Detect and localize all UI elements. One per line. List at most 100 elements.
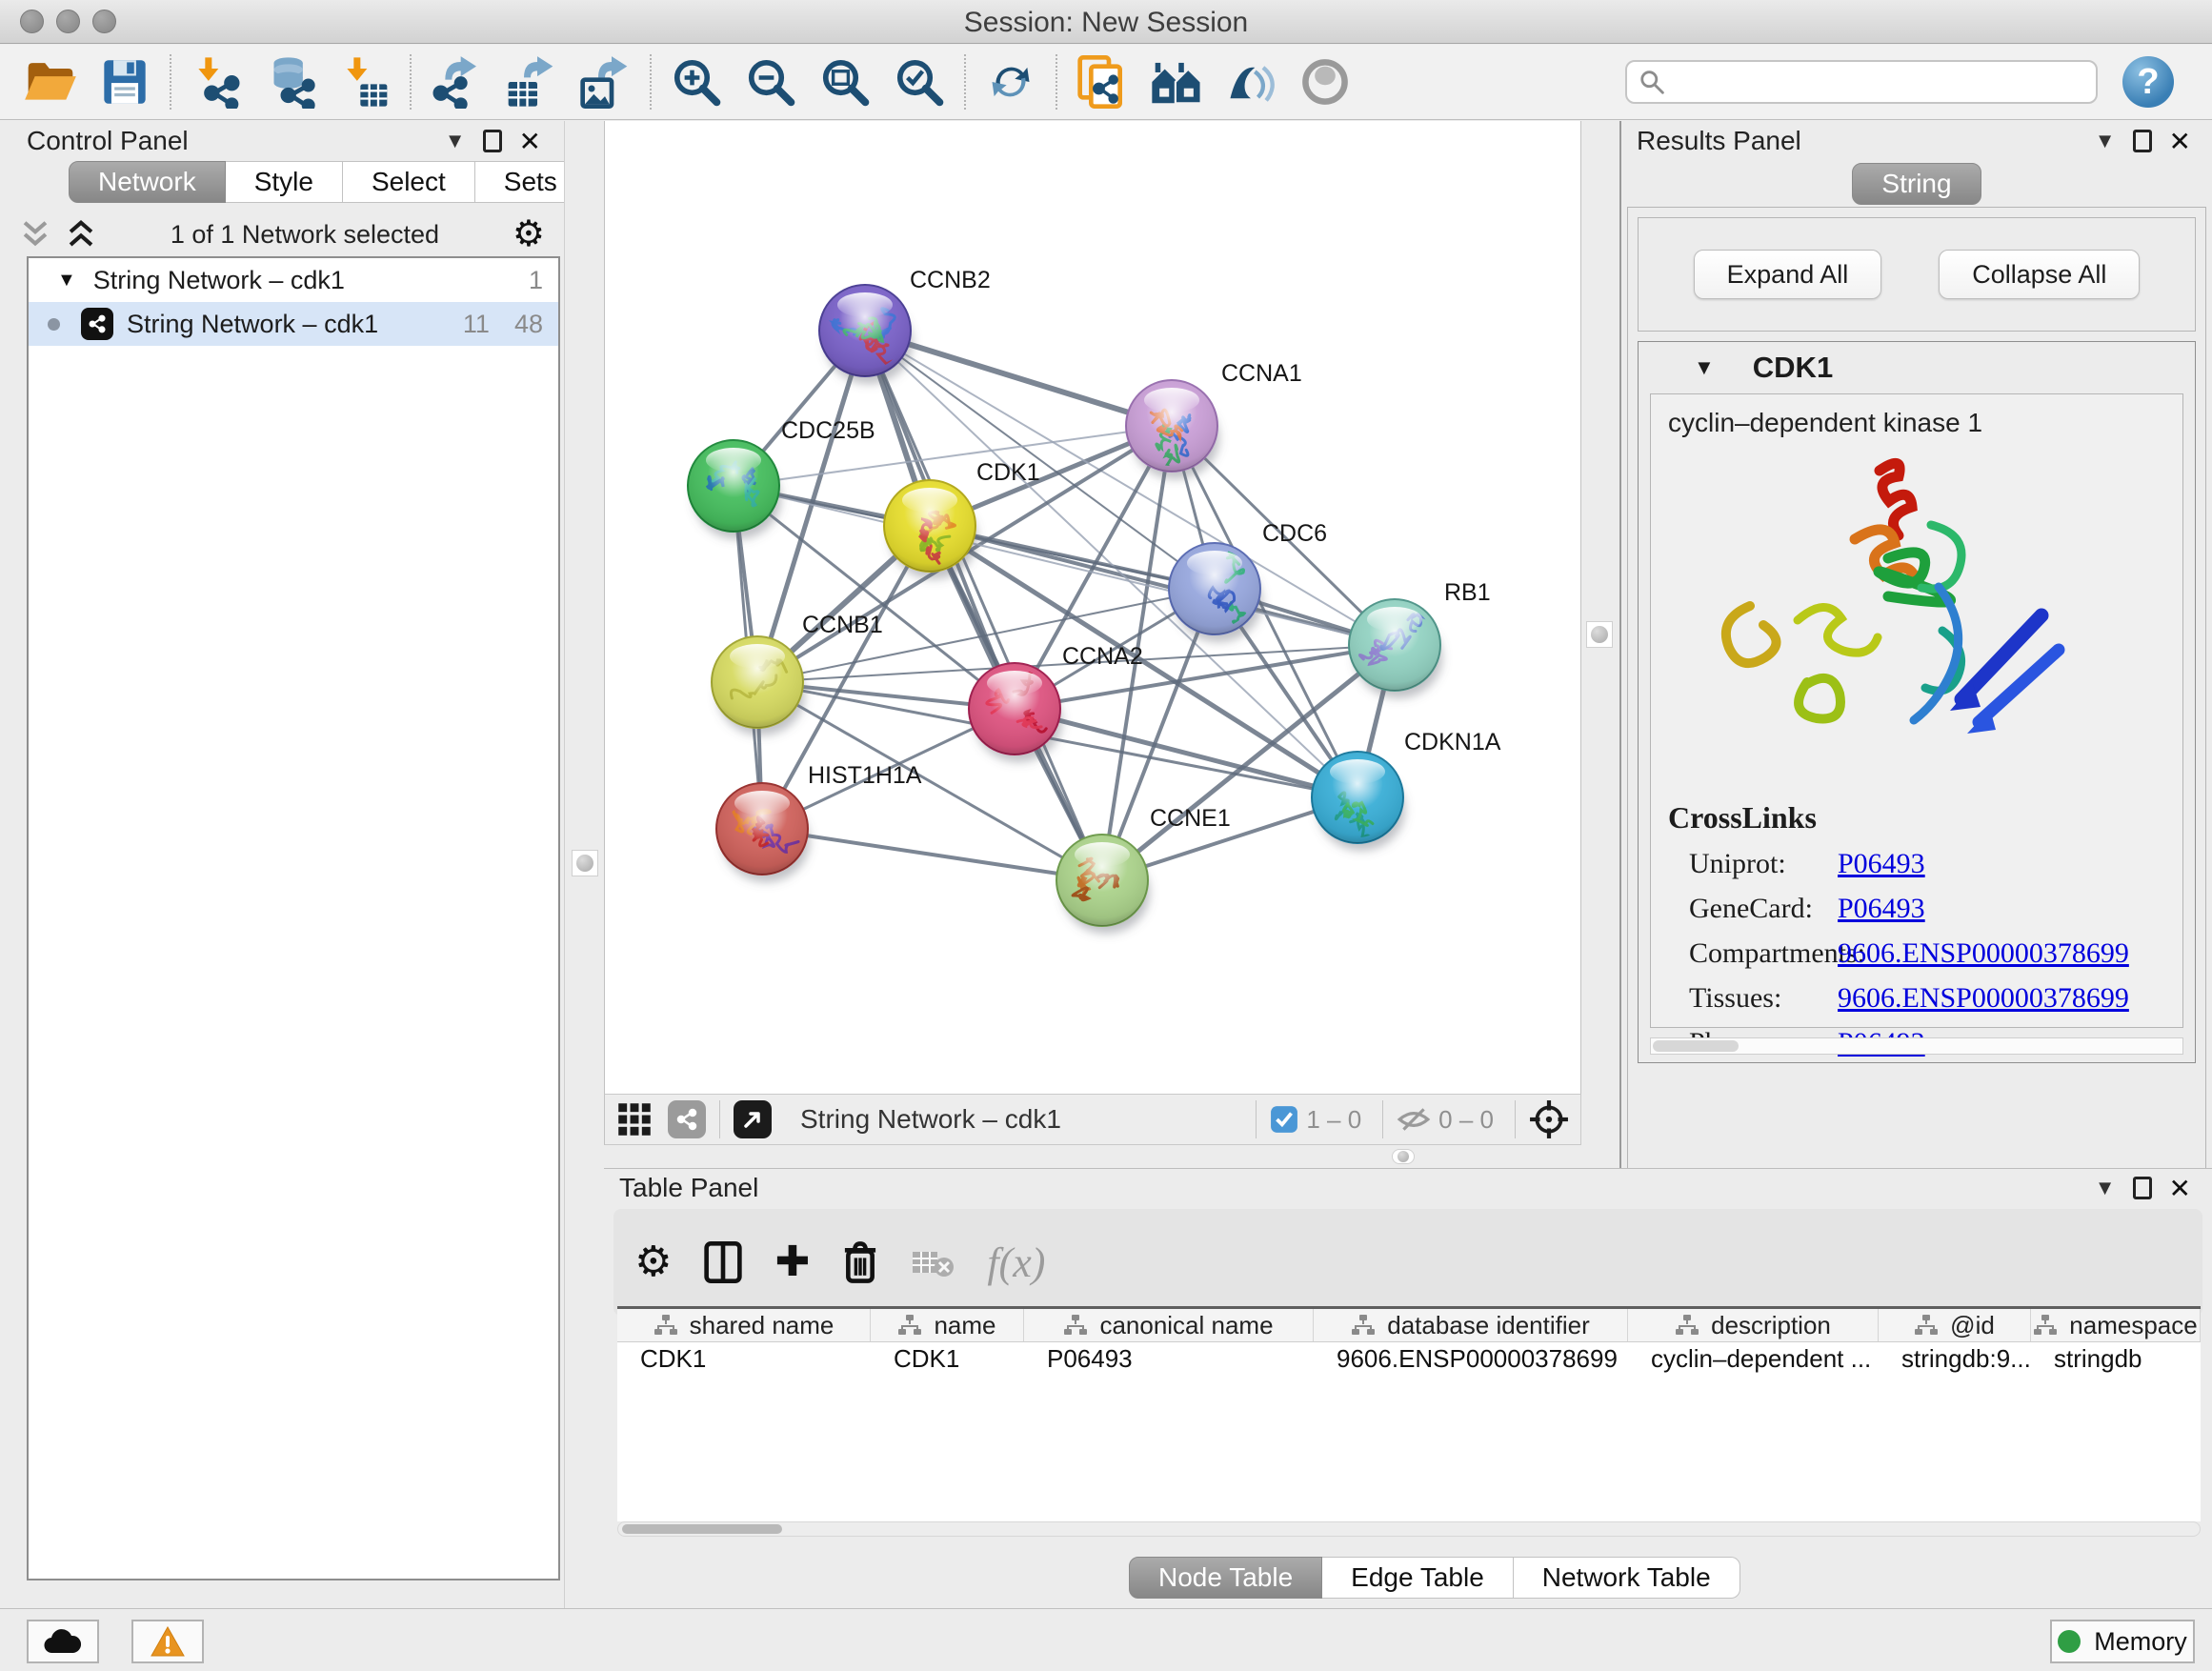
new-network-from-selection-button[interactable] (1065, 50, 1139, 114)
export-network-button[interactable] (419, 50, 493, 114)
tab-edge-table[interactable]: Edge Table (1322, 1557, 1514, 1599)
table-cell[interactable]: stringdb (2031, 1342, 2201, 1377)
table-panel-float-icon[interactable] (2133, 1177, 2152, 1199)
network-row-selected[interactable]: String Network – cdk1 11 48 (29, 302, 558, 346)
network-node-ccna2[interactable] (969, 663, 1062, 762)
create-column-icon[interactable]: ✚ (774, 1241, 810, 1283)
table-row[interactable]: CDK1CDK1P064939606.ENSP00000378699cyclin… (617, 1342, 2201, 1377)
compartments-link[interactable]: 9606.ENSP00000378699 (1838, 937, 2129, 970)
network-node-cdc25b[interactable] (688, 440, 781, 539)
table-cell[interactable]: P06493 (1024, 1342, 1314, 1377)
first-neighbors-button[interactable] (1139, 50, 1214, 114)
detach-view-icon[interactable] (734, 1100, 772, 1138)
table-panel-close-icon[interactable]: ✕ (2169, 1173, 2191, 1204)
results-panel-close-icon[interactable]: ✕ (2169, 126, 2191, 157)
control-panel-close-icon[interactable]: ✕ (519, 126, 541, 157)
tab-network-table[interactable]: Network Table (1514, 1557, 1740, 1599)
column-header[interactable]: namespace (2031, 1309, 2201, 1341)
column-header[interactable]: canonical name (1024, 1309, 1314, 1341)
table-cell[interactable]: 9606.ENSP00000378699 (1314, 1342, 1628, 1377)
hidden-eye-icon[interactable] (1397, 1105, 1431, 1134)
table-cell[interactable]: CDK1 (617, 1342, 871, 1377)
table-cell[interactable]: stringdb:9... (1879, 1342, 2031, 1377)
help-button[interactable]: ? (2122, 56, 2174, 108)
tab-network[interactable]: Network (69, 161, 226, 203)
uniprot-link[interactable]: P06493 (1838, 848, 1925, 880)
network-node-ccne1[interactable] (1056, 835, 1150, 934)
table-hscrollbar-thumb[interactable] (622, 1524, 782, 1534)
right-splitter[interactable] (1581, 121, 1619, 1168)
show-columns-icon[interactable] (704, 1241, 742, 1283)
tissues-link[interactable]: 9606.ENSP00000378699 (1838, 982, 2129, 1015)
column-header[interactable]: @id (1879, 1309, 2031, 1341)
network-node-cdc6[interactable] (1169, 543, 1262, 642)
control-panel-float-icon[interactable] (483, 130, 502, 152)
network-canvas[interactable]: CCNB2CCNA1CDC25BCDK1CDC6RB1CCNB1CCNA2CDK… (604, 121, 1581, 1094)
node-label-cdk1: CDK1 (976, 459, 1040, 486)
network-collection-row[interactable]: ▼ String Network – cdk1 1 (29, 258, 558, 302)
right-splitter-grip[interactable] (1586, 621, 1613, 648)
selected-checkbox-icon[interactable] (1270, 1105, 1298, 1134)
network-node-ccna1[interactable] (1126, 380, 1219, 479)
results-panel-collapse-icon[interactable]: ▼ (2095, 129, 2116, 153)
left-splitter[interactable] (564, 121, 604, 1608)
open-session-button[interactable] (13, 50, 88, 114)
view-network-icon[interactable] (668, 1100, 706, 1138)
memory-button[interactable]: Memory (2050, 1620, 2195, 1663)
gene-card-hscrollbar[interactable] (1650, 1037, 2183, 1055)
expand-all-button[interactable]: Expand All (1694, 250, 1882, 299)
tree-expand-icon[interactable]: ▼ (57, 270, 76, 292)
search-input[interactable] (1665, 68, 2084, 97)
save-session-button[interactable] (88, 50, 162, 114)
network-graph[interactable]: CCNB2CCNA1CDC25BCDK1CDC6RB1CCNB1CCNA2CDK… (605, 121, 1580, 1092)
import-table-button[interactable] (328, 50, 402, 114)
expand-all-icon[interactable] (65, 220, 97, 249)
warning-status-button[interactable] (131, 1620, 204, 1663)
column-header[interactable]: shared name (617, 1309, 871, 1341)
table-mode-gear-icon[interactable]: ⚙ (634, 1241, 672, 1283)
control-panel-collapse-icon[interactable]: ▼ (445, 129, 466, 153)
table-panel-collapse-icon[interactable]: ▼ (2095, 1176, 2116, 1200)
export-image-button[interactable] (568, 50, 642, 114)
tab-style[interactable]: Style (226, 161, 343, 203)
toggle-annotations-button[interactable] (1288, 50, 1362, 114)
network-edge[interactable] (762, 829, 1102, 880)
birdseye-crosshair-icon[interactable] (1529, 1099, 1569, 1139)
view-grid-icon[interactable] (616, 1101, 653, 1137)
network-node-rb1[interactable] (1349, 599, 1442, 698)
network-node-cdkn1a[interactable] (1312, 752, 1405, 851)
results-panel-float-icon[interactable] (2133, 130, 2152, 152)
node-label-ccnb2: CCNB2 (910, 267, 991, 293)
zoom-fit-button[interactable] (808, 50, 882, 114)
table-cell[interactable]: CDK1 (871, 1342, 1024, 1377)
genecard-link[interactable]: P06493 (1838, 893, 1925, 925)
collapse-all-icon[interactable] (19, 220, 51, 249)
left-splitter-grip[interactable] (572, 850, 598, 876)
import-network-file-button[interactable] (179, 50, 253, 114)
gene-card-collapse-icon[interactable]: ▼ (1694, 355, 1715, 380)
network-node-hist1h1a[interactable] (716, 783, 810, 882)
delete-column-trash-icon[interactable] (842, 1240, 878, 1284)
column-header[interactable]: description (1628, 1309, 1879, 1341)
tab-select[interactable]: Select (343, 161, 475, 203)
tab-node-table[interactable]: Node Table (1129, 1557, 1322, 1599)
show-graphics-details-button[interactable] (1214, 50, 1288, 114)
cloud-status-button[interactable] (27, 1620, 99, 1663)
network-node-cdk1[interactable] (884, 480, 977, 579)
apply-layout-button[interactable] (974, 50, 1048, 114)
column-header[interactable]: name (871, 1309, 1024, 1341)
network-node-ccnb1[interactable] (712, 636, 805, 735)
bottom-splitter-grip[interactable] (1392, 1149, 1415, 1164)
zoom-out-button[interactable] (734, 50, 808, 114)
tab-string[interactable]: String (1852, 163, 1981, 205)
import-network-database-button[interactable] (253, 50, 328, 114)
zoom-selected-button[interactable] (882, 50, 956, 114)
column-header[interactable]: database identifier (1314, 1309, 1628, 1341)
network-options-gear-icon[interactable]: ⚙ (513, 216, 545, 252)
zoom-in-button[interactable] (659, 50, 734, 114)
network-edge[interactable] (865, 331, 1102, 880)
table-cell[interactable]: cyclin–dependent ... (1628, 1342, 1879, 1377)
table-hscrollbar[interactable] (617, 1521, 2201, 1537)
collapse-all-button[interactable]: Collapse All (1939, 250, 2140, 299)
export-table-button[interactable] (493, 50, 568, 114)
